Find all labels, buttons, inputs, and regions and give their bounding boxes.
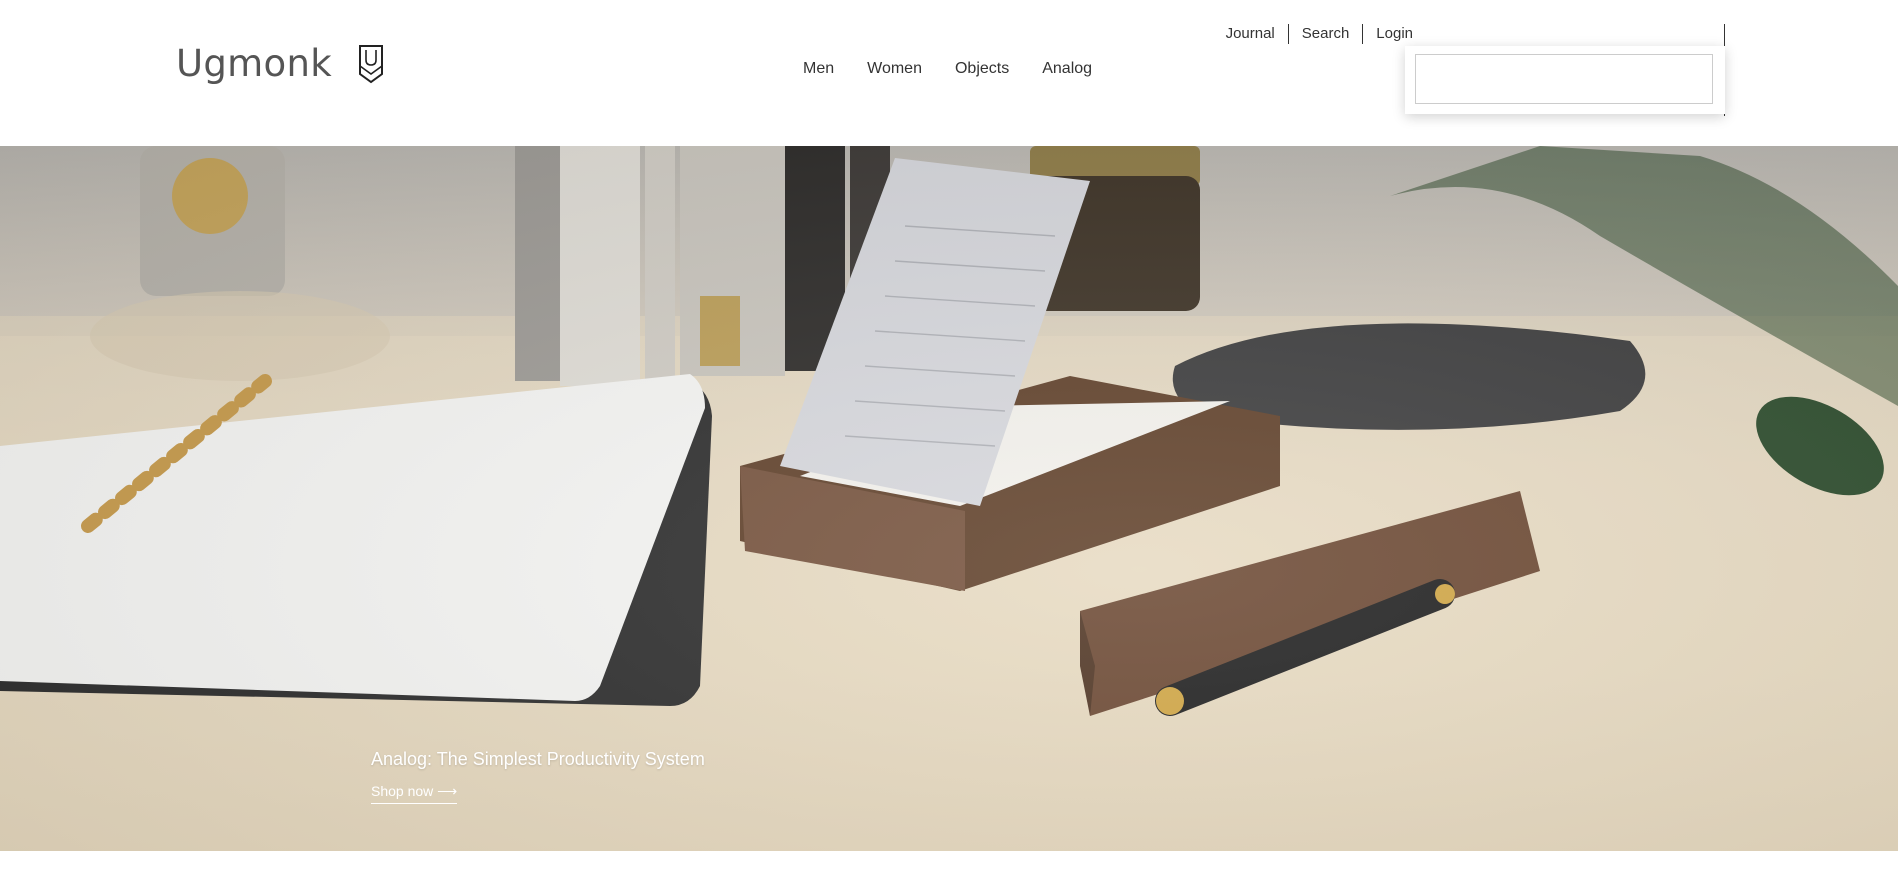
nav-item-women[interactable]: Women [867,60,922,78]
hero-banner[interactable]: Analog: The Simplest Productivity System… [0,146,1898,851]
nav-item-men[interactable]: Men [803,60,834,78]
search-dropdown [1405,46,1725,114]
nav-item-objects[interactable]: Objects [955,60,1009,78]
site-header: Ugmonk Men Women Objects Analog Journal … [0,0,1898,146]
brand-name[interactable]: Ugmonk [176,42,332,85]
shop-now-link[interactable]: Shop now ⟶ [371,783,458,804]
brand-logo[interactable]: Ugmonk [176,42,384,85]
ugmonk-shield-icon[interactable] [358,44,384,84]
login-link[interactable]: Login [1363,25,1426,43]
utility-nav: Journal Search Login [1226,24,1426,44]
search-link[interactable]: Search [1289,25,1363,43]
nav-item-analog[interactable]: Analog [1042,60,1092,78]
hero-title[interactable]: Analog: The Simplest Productivity System [371,749,705,770]
journal-link[interactable]: Journal [1226,25,1288,43]
search-input[interactable] [1415,54,1713,104]
hero-caption: Analog: The Simplest Productivity System… [371,749,705,804]
main-nav: Men Women Objects Analog [803,60,1092,78]
hero-overlay [0,146,1898,851]
